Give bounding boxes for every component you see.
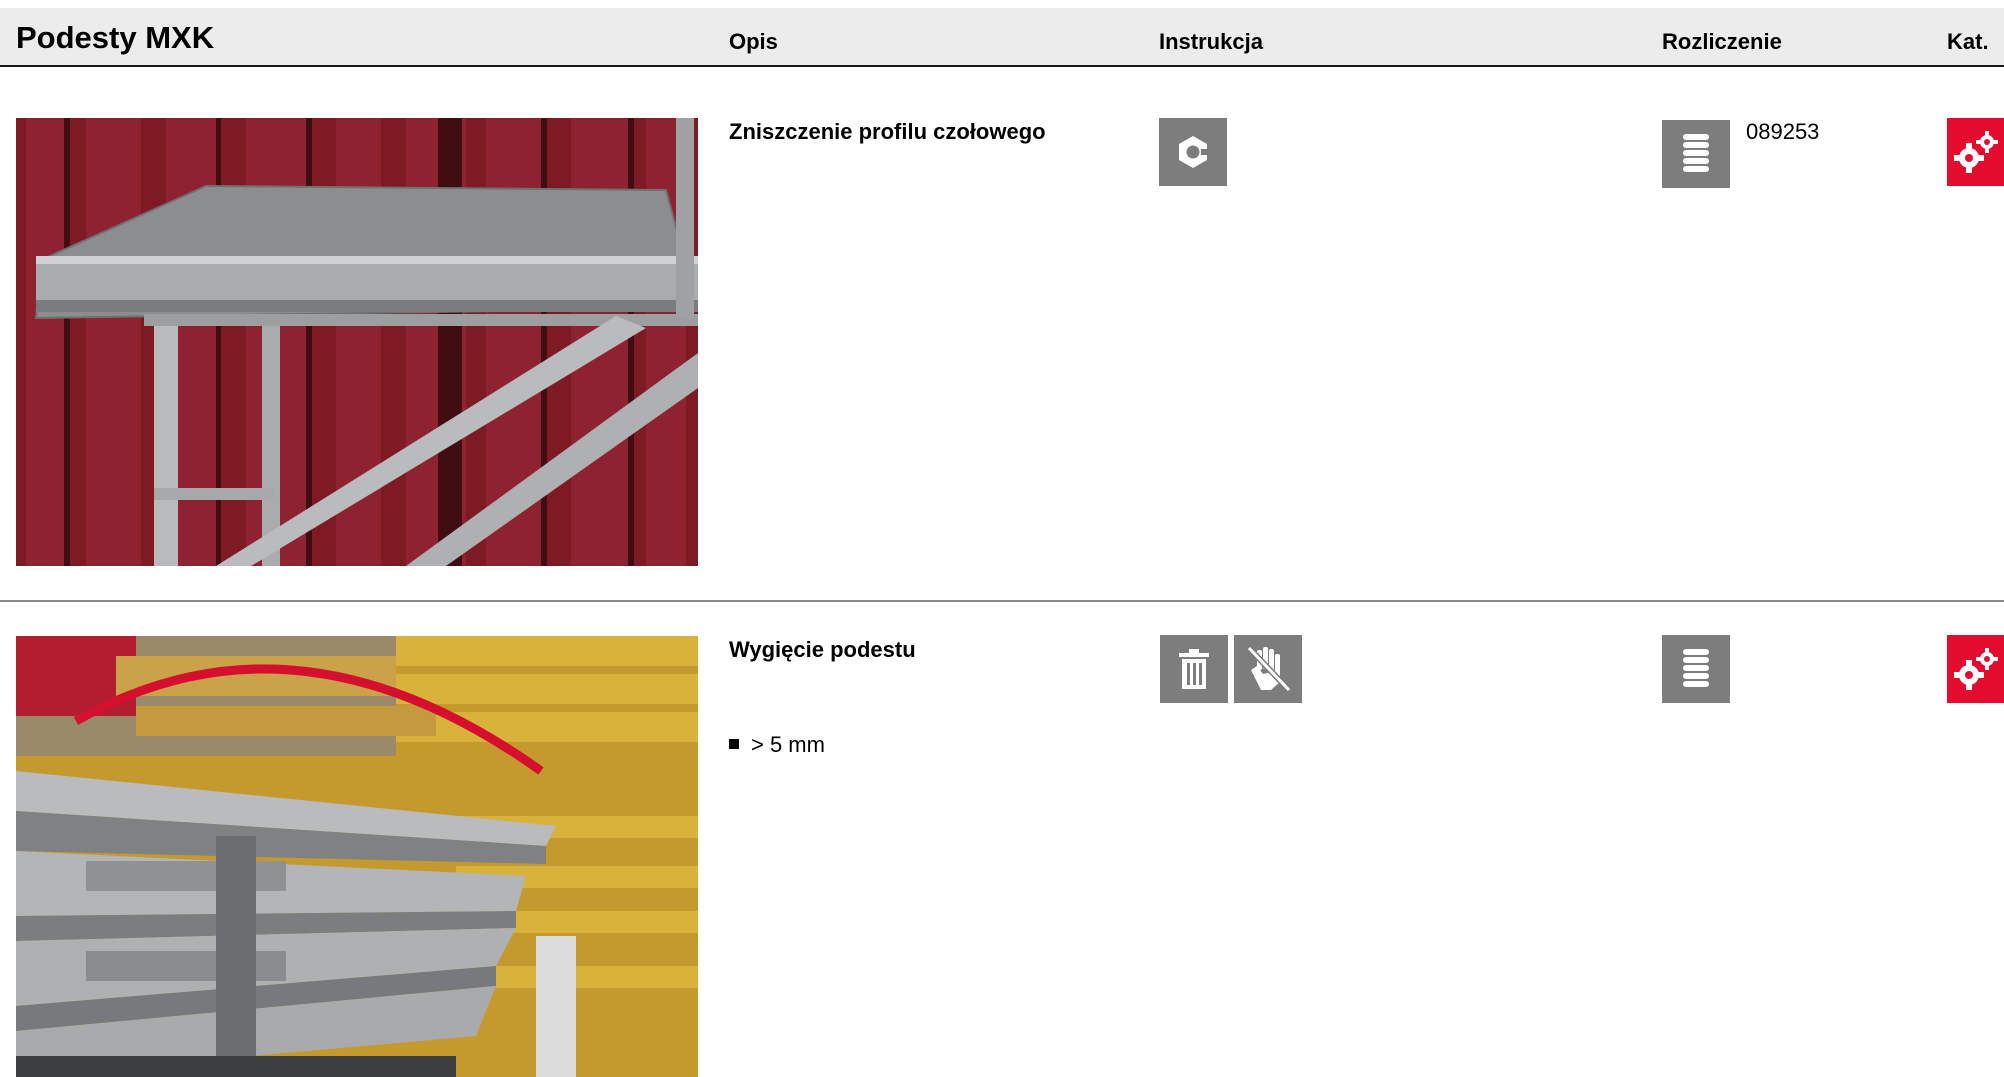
nut-icon [1159,118,1227,186]
page-title: Podesty MXK [16,20,215,55]
column-header-opis: Opis [729,29,778,54]
trash-icon [1160,635,1228,703]
no-touch-icon [1234,635,1302,703]
bullet-square-icon [729,739,739,750]
platform-photo [16,118,698,566]
table-header: Podesty MXK Opis Instrukcja Rozliczenie … [0,8,2004,67]
row-description: Zniszczenie profilu czołowego [729,119,1046,144]
gears-icon [1947,118,2004,186]
column-header-kat: Kat. [1947,29,1989,54]
stack-icon [1662,120,1730,188]
row-divider [0,600,2004,602]
gears-icon [1947,635,2004,703]
column-header-rozliczenie: Rozliczenie [1662,29,1782,54]
criteria-text: > 5 mm [751,732,825,757]
platform-photo [16,636,698,1077]
stack-icon [1662,635,1730,703]
billing-code: 089253 [1746,119,1820,144]
criteria-bullet: > 5 mm [729,732,825,758]
row-description: Wygięcie podestu [729,637,916,662]
column-header-instrukcja: Instrukcja [1159,29,1263,54]
